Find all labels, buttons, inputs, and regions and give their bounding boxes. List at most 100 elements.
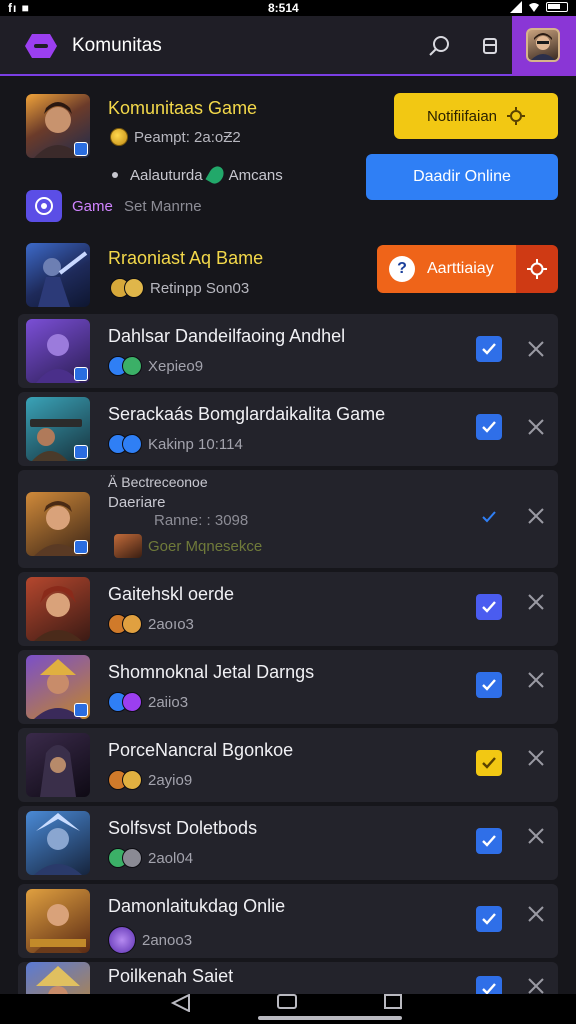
list-item[interactable]: Damonlaitukdag Onlie 2anoo3: [18, 884, 558, 958]
check-icon: [482, 835, 496, 847]
game-chip-label[interactable]: Game: [72, 198, 113, 215]
platform-icon: [108, 926, 136, 954]
back-icon[interactable]: [170, 994, 192, 1012]
platform-icon: [122, 356, 142, 376]
list-item[interactable]: Ä Bectreceonoe Daeriare Ranne: : 3098 G…: [18, 470, 558, 568]
system-nav-bar: [0, 994, 576, 1024]
platform-icon: [122, 434, 142, 454]
game-thumbnail: [26, 889, 90, 953]
game-thumbnail: [26, 655, 90, 719]
platform-badge-icon: [74, 445, 88, 459]
game-thumbnail: [26, 962, 90, 994]
check-icon: [482, 421, 496, 433]
game-chip-subtitle: Set Manrne: [124, 198, 202, 215]
close-icon[interactable]: [526, 417, 546, 437]
list-item-meta: 2ayio9: [108, 770, 192, 790]
list-item[interactable]: PorceNancral Bgonkoe 2ayio9: [18, 728, 558, 802]
notification-button-label: Notifiifaian: [426, 107, 498, 125]
signal-icon: [510, 1, 522, 13]
help-icon: ?: [389, 256, 415, 282]
gear-icon: [527, 259, 547, 279]
list-item-title: Serackaás Bomglardaikalita Game: [108, 404, 386, 424]
notification-button[interactable]: Notifiifaian: [394, 93, 558, 139]
wifi-icon: [529, 3, 539, 12]
list-item-title: Gaitehskl oerde: [108, 584, 235, 604]
status-bar: fı ■ 8:514: [0, 0, 576, 16]
select-checkbox[interactable]: [476, 906, 502, 932]
game-thumbnail: [26, 577, 90, 641]
featured-game-title: Komunitaas Game: [108, 98, 258, 118]
game-thumbnail: [26, 492, 90, 556]
featured-game-subtitle: Peampt: 2a:oƵ2: [110, 128, 241, 146]
game-thumbnail: [26, 811, 90, 875]
bookmark-icon: [483, 38, 497, 54]
game-thumbnail[interactable]: [26, 243, 90, 307]
list-item-title: Shomnoknal Jetal Darngs: [108, 662, 315, 682]
close-icon[interactable]: [526, 592, 546, 612]
search-icon: [429, 36, 449, 56]
select-checkbox[interactable]: [476, 594, 502, 620]
close-icon[interactable]: [526, 976, 546, 994]
page-title: Komunitas: [72, 35, 162, 56]
select-checkbox[interactable]: [476, 672, 502, 698]
check-icon: [482, 983, 496, 994]
list-item[interactable]: Solfsvst Doletbods 2aol04: [18, 806, 558, 880]
list-item[interactable]: Poilkenah Saiet: [18, 962, 558, 994]
platform-badge-icon: [74, 367, 88, 381]
list-item[interactable]: Gaitehskl oerde 2aoıo3: [18, 572, 558, 646]
list-item[interactable]: Dahlsar Dandeilfaoing Andhel Xepieo9: [18, 314, 558, 388]
featured-game-title: Rraoniast Aq Bame: [108, 248, 264, 268]
list-item-subtitle: Daeriare: [108, 494, 166, 511]
close-icon[interactable]: [526, 826, 546, 846]
select-checkbox[interactable]: [476, 750, 502, 776]
game-category-chip[interactable]: [26, 190, 62, 222]
list-item-title: PorceNancral Bgonkoe: [108, 740, 294, 760]
game-thumbnail[interactable]: [26, 94, 90, 158]
platform-badge-icon: [74, 703, 88, 717]
activity-settings-button[interactable]: [516, 245, 558, 293]
close-icon[interactable]: [526, 904, 546, 924]
close-icon[interactable]: [526, 506, 546, 526]
game-thumbnail: [26, 733, 90, 797]
select-checkbox[interactable]: [476, 828, 502, 854]
list-item-title: Solfsvst Doletbods: [108, 818, 258, 838]
content-area: Komunitaas Game Peampt: 2a:oƵ2 Aalauturd…: [0, 78, 576, 994]
home-icon[interactable]: [276, 994, 298, 1010]
list-item-meta: Ranne: : 3098: [154, 512, 249, 529]
select-checkbox[interactable]: [476, 414, 502, 440]
select-checkbox[interactable]: [476, 976, 502, 994]
close-icon[interactable]: [526, 339, 546, 359]
search-button[interactable]: [428, 34, 452, 58]
list-item-meta-secondary: Goer Mqnesekce: [114, 534, 262, 558]
app-bar: Komunitas: [0, 16, 576, 76]
menu-button[interactable]: [24, 32, 58, 60]
check-icon: [482, 913, 496, 925]
activity-button[interactable]: ? Aarttiaiay: [377, 245, 558, 293]
platform-badge-icon: [74, 142, 88, 156]
gear-icon: [507, 107, 526, 125]
list-item-meta: 2aiio3: [108, 692, 188, 712]
status-right-icons: [510, 1, 568, 13]
list-item-meta: 2aoıo3: [108, 614, 194, 634]
list-item-title: Damonlaitukdag Onlie: [108, 896, 286, 916]
featured-game-subtitle: Retinpp Son03: [110, 278, 249, 298]
check-icon: [482, 343, 496, 355]
game-icon: [114, 534, 142, 558]
bullet-icon: [112, 172, 118, 178]
coin-icon: [124, 278, 144, 298]
list-item-title: Dahlsar Dandeilfaoing Andhel: [108, 326, 346, 346]
bookmark-button[interactable]: [478, 34, 502, 58]
list-item[interactable]: Serackaás Bomglardaikalita Game Kakinp 1…: [18, 392, 558, 466]
select-checkbox[interactable]: [476, 504, 502, 530]
coin-icon: [110, 128, 128, 146]
close-icon[interactable]: [526, 670, 546, 690]
recents-icon[interactable]: [382, 994, 404, 1010]
check-icon: [482, 679, 496, 691]
platform-icon: [122, 770, 142, 790]
list-item[interactable]: Shomnoknal Jetal Darngs 2aiio3: [18, 650, 558, 724]
close-icon[interactable]: [526, 748, 546, 768]
online-button[interactable]: Daadir Online: [366, 154, 558, 200]
select-checkbox[interactable]: [476, 336, 502, 362]
gesture-handle[interactable]: [258, 1016, 402, 1020]
profile-button[interactable]: [512, 16, 576, 76]
